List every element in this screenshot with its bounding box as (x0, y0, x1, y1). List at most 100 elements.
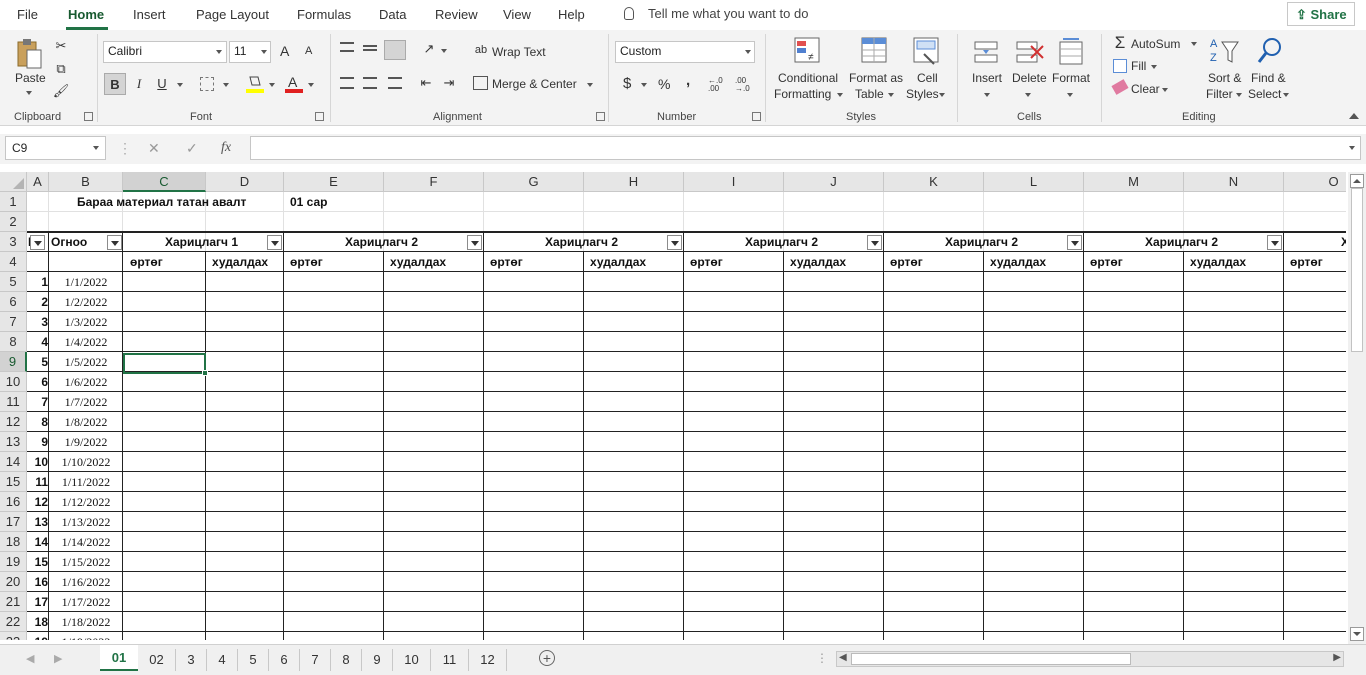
insert-dropdown-icon[interactable] (984, 93, 990, 97)
row-number-cell[interactable]: 18 (28, 612, 48, 632)
sheet-tab-6[interactable]: 6 (269, 649, 300, 671)
date-cell[interactable]: 1/10/2022 (49, 452, 123, 472)
align-left-icon[interactable] (340, 77, 354, 89)
date-cell[interactable]: 1/7/2022 (49, 392, 123, 412)
date-cell[interactable]: 1/1/2022 (49, 272, 123, 292)
row-header-19[interactable]: 19 (0, 552, 27, 572)
insert-function-icon[interactable]: fx (221, 140, 231, 156)
row-header-11[interactable]: 11 (0, 392, 27, 412)
font-color-dropdown-icon[interactable] (308, 83, 314, 87)
column-header-b[interactable]: B (49, 172, 123, 192)
borders-icon[interactable] (200, 77, 214, 91)
row-number-cell[interactable]: 13 (28, 512, 48, 532)
subheader-sell[interactable]: худалдах (590, 252, 646, 272)
column-header-h[interactable]: H (584, 172, 684, 192)
cancel-icon[interactable]: ✕ (148, 140, 160, 157)
merge-dropdown-icon[interactable] (587, 83, 593, 87)
column-header-f[interactable]: F (384, 172, 484, 192)
row-header-1[interactable]: 1 (0, 192, 27, 212)
subheader-cost[interactable]: өртөг (690, 252, 723, 272)
font-name-dropdown-icon[interactable] (216, 50, 222, 54)
decrease-decimal-button[interactable]: .00 →.0 (735, 77, 757, 93)
tab-view[interactable]: View (503, 7, 531, 22)
eraser-icon[interactable] (1111, 79, 1129, 95)
column-header-k[interactable]: K (884, 172, 984, 192)
row-number-cell[interactable]: 7 (28, 392, 48, 412)
prev-sheet-icon[interactable]: ◀ (26, 652, 34, 665)
header-customer-1[interactable]: Харицлагч 1 (165, 232, 238, 252)
subheader-sell[interactable]: худалдах (990, 252, 1046, 272)
row-header-20[interactable]: 20 (0, 572, 27, 592)
fill-button[interactable]: Fill (1131, 59, 1146, 73)
sheet-tab-9[interactable]: 9 (362, 649, 393, 671)
subheader-sell[interactable]: худалдах (390, 252, 446, 272)
sheet-tab-10[interactable]: 10 (393, 649, 431, 671)
copy-icon[interactable]: ⧉ (50, 58, 72, 80)
cell-styles-label-1[interactable]: Cell (917, 71, 938, 85)
column-header-o[interactable]: O (1284, 172, 1346, 192)
header-customer[interactable]: Харицлагч 2 (1145, 232, 1218, 252)
date-cell[interactable]: 1/13/2022 (49, 512, 123, 532)
comma-button[interactable]: , (686, 72, 690, 89)
format-as-table-label-2[interactable]: Table (855, 87, 884, 101)
borders-dropdown-icon[interactable] (223, 83, 229, 87)
date-cell[interactable]: 1/2/2022 (49, 292, 123, 312)
fill-dropdown-icon[interactable] (1151, 65, 1157, 69)
share-button[interactable]: ⇪ Share (1287, 2, 1355, 26)
enter-icon[interactable]: ✓ (186, 140, 198, 157)
percent-button[interactable]: % (658, 76, 670, 92)
filter-dropdown-icon[interactable] (1267, 235, 1282, 250)
row-number-cell[interactable]: 3 (28, 312, 48, 332)
scroll-down-icon[interactable] (1350, 627, 1364, 641)
conditional-formatting-dropdown-icon[interactable] (837, 93, 843, 97)
font-launcher-icon[interactable] (315, 112, 324, 121)
sheet-tab-11[interactable]: 11 (431, 649, 469, 671)
decrease-indent-icon[interactable]: ⇤ (415, 72, 437, 94)
align-center-icon[interactable] (363, 77, 377, 89)
increase-indent-icon[interactable]: ⇥ (438, 72, 460, 94)
tab-home[interactable]: Home (68, 7, 104, 22)
vertical-scrollbar[interactable] (1348, 172, 1366, 644)
tab-page-layout[interactable]: Page Layout (196, 7, 269, 22)
number-format-dropdown-icon[interactable] (745, 50, 751, 54)
autosum-icon[interactable]: Σ (1109, 32, 1131, 54)
find-select-label-2[interactable]: Select (1248, 87, 1281, 101)
vertical-scroll-thumb[interactable] (1351, 188, 1363, 352)
merge-center-icon[interactable] (473, 76, 488, 90)
row-number-cell[interactable]: 8 (28, 412, 48, 432)
merge-center-button[interactable]: Merge & Center (492, 77, 577, 91)
format-as-table-label-1[interactable]: Format as (849, 71, 903, 85)
column-header-c[interactable]: C (123, 172, 206, 192)
column-header-m[interactable]: M (1084, 172, 1184, 192)
cell-styles-label-2[interactable]: Styles (906, 87, 939, 101)
collapse-ribbon-icon[interactable] (1349, 113, 1359, 119)
row-number-cell[interactable]: 14 (28, 532, 48, 552)
sheet-tab-4[interactable]: 4 (207, 649, 238, 671)
sheet-tab-8[interactable]: 8 (331, 649, 362, 671)
row-header-14[interactable]: 14 (0, 452, 27, 472)
number-format-select[interactable]: Custom (615, 41, 755, 63)
row-number-cell[interactable]: 4 (28, 332, 48, 352)
row-header-10[interactable]: 10 (0, 372, 27, 392)
row-header-7[interactable]: 7 (0, 312, 27, 332)
sort-filter-label-2[interactable]: Filter (1206, 87, 1233, 101)
row-number-cell[interactable]: 6 (28, 372, 48, 392)
sheet-tab-12[interactable]: 12 (469, 649, 507, 671)
row-header-4[interactable]: 4 (0, 252, 27, 272)
subheader-cost[interactable]: өртөг (1290, 252, 1323, 272)
format-as-table-dropdown-icon[interactable] (888, 93, 894, 97)
sort-filter-dropdown-icon[interactable] (1236, 93, 1242, 97)
title-cell[interactable]: Бараа материал татан авалт (77, 192, 246, 212)
number-launcher-icon[interactable] (752, 112, 761, 121)
column-header-j[interactable]: J (784, 172, 884, 192)
delete-cells-icon[interactable] (1015, 38, 1045, 66)
currency-dropdown-icon[interactable] (641, 83, 647, 87)
filter-dropdown-icon[interactable] (30, 235, 45, 250)
insert-cells-icon[interactable] (973, 38, 1001, 66)
tab-review[interactable]: Review (435, 7, 478, 22)
subheader-sell[interactable]: худалдах (1190, 252, 1246, 272)
tab-file[interactable]: File (17, 7, 38, 22)
conditional-formatting-label-2[interactable]: Formatting (774, 87, 831, 101)
filter-dropdown-icon[interactable] (1067, 235, 1082, 250)
tell-me-search[interactable]: Tell me what you want to do (624, 6, 808, 21)
